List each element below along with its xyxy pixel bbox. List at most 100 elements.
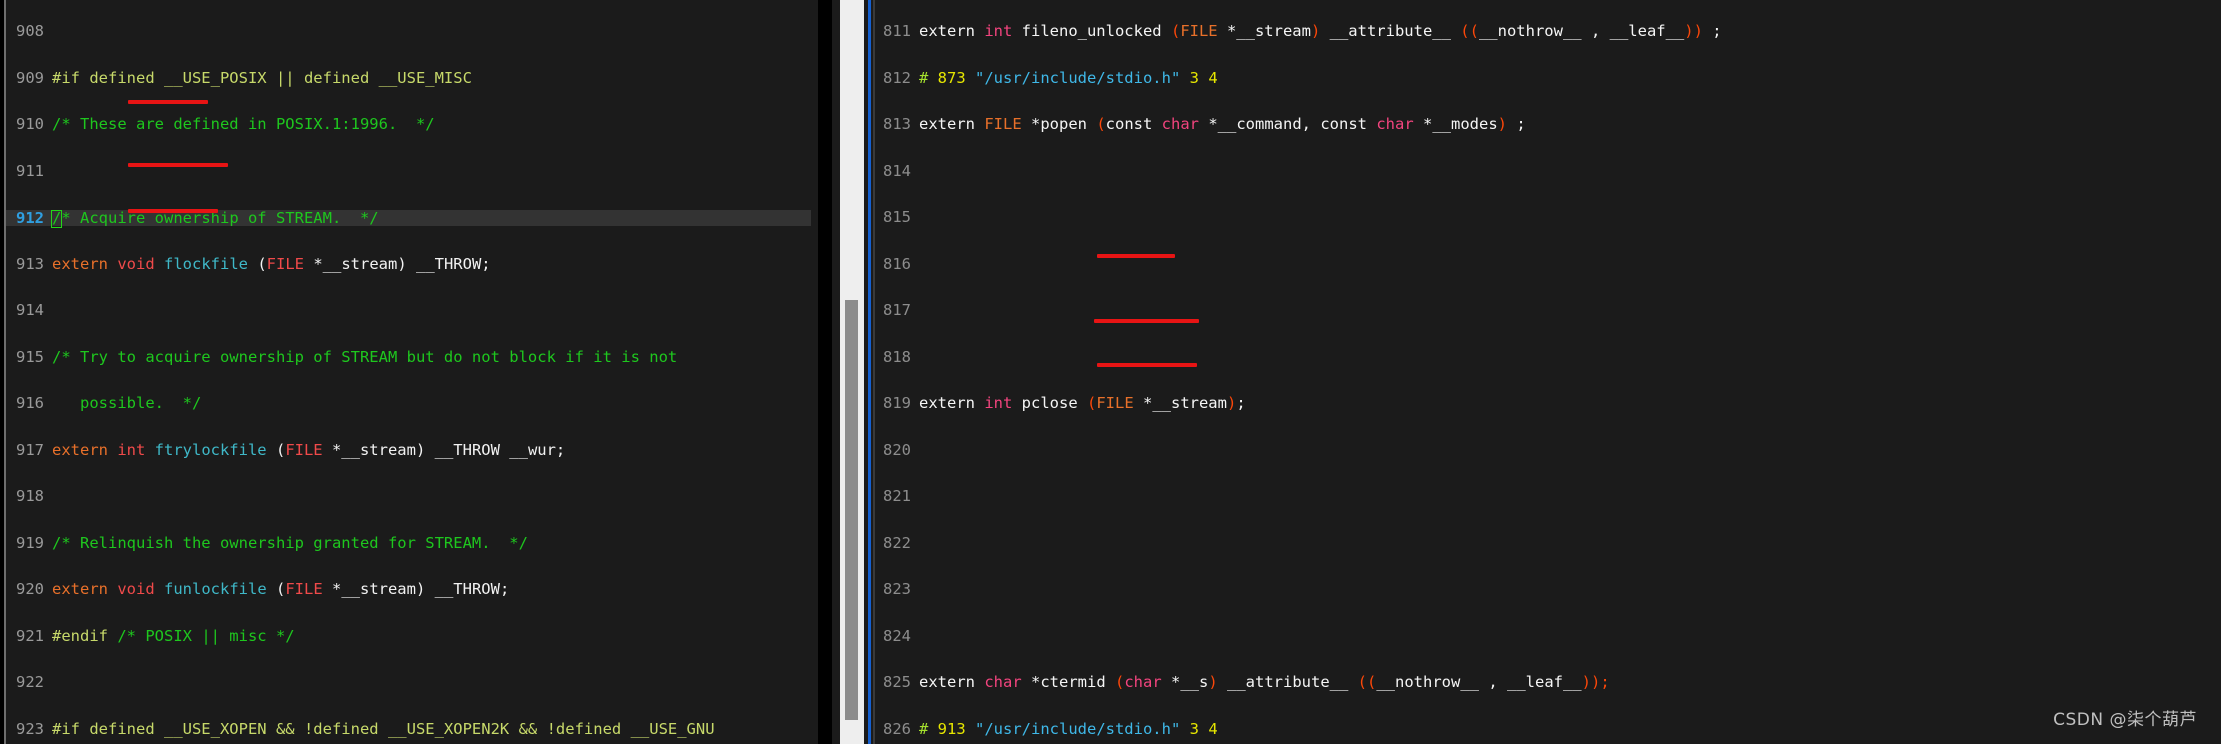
csdn-watermark: CSDN @柒个葫芦 <box>2053 710 2197 730</box>
code-line[interactable]: 923 #if defined __USE_XOPEN && !defined _… <box>6 719 811 738</box>
line-text <box>44 301 52 319</box>
code-line[interactable]: 917 extern int ftrylockfile (FILE *__stre… <box>6 440 811 459</box>
code-line[interactable]: 911 <box>6 161 811 180</box>
line-text: extern void flockfile (FILE *__stream) _… <box>52 254 491 273</box>
line-number: 923 <box>16 719 44 738</box>
line-number: 920 <box>16 580 44 598</box>
line-text <box>911 208 919 226</box>
line-text: /* Try to acquire ownership of STREAM bu… <box>52 347 678 366</box>
line-text: extern void funlockfile (FILE *__stream)… <box>52 580 510 598</box>
line-text: possible. */ <box>52 394 202 412</box>
line-number: 908 <box>16 22 44 40</box>
line-text: # 873 "/usr/include/stdio.h" 3 4 <box>919 68 1218 87</box>
code-line[interactable]: 814 <box>875 162 2221 180</box>
line-number: 820 <box>883 440 911 459</box>
line-number: 822 <box>883 533 911 552</box>
code-line[interactable]: 813 extern FILE *popen (const char *__com… <box>875 115 2221 133</box>
code-line[interactable]: 823 <box>875 580 2221 598</box>
line-text <box>911 441 919 459</box>
code-line[interactable]: 822 <box>875 533 2221 552</box>
left-code-lines[interactable]: 908 909 #if defined __USE_POSIX || define… <box>6 0 811 744</box>
line-number: 823 <box>883 580 911 598</box>
line-text: #if defined __USE_XOPEN && !defined __US… <box>52 719 715 738</box>
line-text <box>44 162 52 180</box>
line-number: 917 <box>16 440 44 459</box>
line-number: 914 <box>16 301 44 319</box>
code-line[interactable]: 920 extern void funlockfile (FILE *__stre… <box>6 580 811 598</box>
line-number: 922 <box>16 673 44 691</box>
code-line[interactable]: 816 <box>875 254 2221 273</box>
line-text <box>911 348 919 366</box>
code-line[interactable]: 916 possible. */ <box>6 394 811 412</box>
line-number: 913 <box>16 254 44 273</box>
line-number: 817 <box>883 301 911 319</box>
line-number: 825 <box>883 673 911 691</box>
underline-funlockfile <box>128 209 218 213</box>
line-number: 909 <box>16 68 44 87</box>
code-line[interactable]: 811 extern int fileno_unlocked (FILE *__s… <box>875 22 2221 40</box>
left-editor-pane[interactable]: 908 909 #if defined __USE_POSIX || define… <box>0 0 818 744</box>
line-text <box>911 627 919 645</box>
code-line[interactable]: 820 <box>875 440 2221 459</box>
line-text <box>44 673 52 691</box>
line-text <box>911 534 919 552</box>
line-number: 813 <box>883 115 911 133</box>
code-line[interactable]: 812 # 873 "/usr/include/stdio.h" 3 4 <box>875 68 2221 87</box>
line-text: extern FILE *popen (const char *__comman… <box>919 115 1526 133</box>
underline-funlockfile <box>1097 363 1197 367</box>
line-text: /* These are defined in POSIX.1:1996. */ <box>52 115 435 133</box>
line-number: 919 <box>16 533 44 552</box>
right-editor-pane[interactable]: 811 extern int fileno_unlocked (FILE *__s… <box>832 0 2221 744</box>
code-line[interactable]: 915 /* Try to acquire ownership of STREAM… <box>6 347 811 366</box>
line-text <box>911 255 919 273</box>
code-line[interactable]: 909 #if defined __USE_POSIX || defined __… <box>6 68 811 87</box>
line-text <box>911 162 919 180</box>
line-text <box>911 487 919 505</box>
code-line-active[interactable]: 912/* Acquire ownership of STREAM. */ <box>6 209 811 228</box>
code-line[interactable]: 913 extern void flockfile (FILE *__stream… <box>6 254 811 273</box>
underline-flockfile <box>128 100 208 104</box>
line-number: 819 <box>883 394 911 412</box>
line-text <box>44 22 52 40</box>
code-line[interactable]: 922 <box>6 673 811 691</box>
line-number: 811 <box>883 22 911 40</box>
code-line[interactable]: 815 <box>875 208 2221 226</box>
line-text: # 913 "/usr/include/stdio.h" 3 4 <box>919 719 1218 738</box>
code-line[interactable]: 914 <box>6 301 811 319</box>
code-line[interactable]: 921 #endif /* POSIX || misc */ <box>6 626 811 645</box>
line-number: 911 <box>16 161 44 180</box>
line-number: 921 <box>16 626 44 645</box>
vertical-scrollbar-thumb[interactable] <box>845 300 858 720</box>
code-line[interactable]: 819 extern int pclose (FILE *__stream); <box>875 394 2221 412</box>
underline-flockfile <box>1097 254 1175 258</box>
code-line[interactable]: 826 # 913 "/usr/include/stdio.h" 3 4 <box>875 719 2221 738</box>
code-line[interactable]: 824 <box>875 626 2221 645</box>
line-number: 821 <box>883 487 911 505</box>
line-text: extern char *ctermid (char *__s) __attri… <box>919 673 1610 691</box>
line-text: /* Relinquish the ownership granted for … <box>52 533 528 552</box>
line-number: 912 <box>16 209 44 227</box>
code-line[interactable]: 908 <box>6 22 811 40</box>
line-number: 818 <box>883 347 911 366</box>
right-code-lines[interactable]: 811 extern int fileno_unlocked (FILE *__s… <box>875 0 2221 744</box>
code-line[interactable]: 817 <box>875 301 2221 319</box>
line-number: 916 <box>16 394 44 412</box>
line-number: 824 <box>883 626 911 645</box>
code-line[interactable]: 919 /* Relinquish the ownership granted f… <box>6 533 811 552</box>
line-text: extern int pclose (FILE *__stream); <box>919 394 1246 412</box>
line-text <box>911 580 919 598</box>
code-line[interactable]: 821 <box>875 487 2221 505</box>
text-cursor: / <box>51 209 63 228</box>
code-line[interactable]: 910 /* These are defined in POSIX.1:1996.… <box>6 115 811 133</box>
line-text: #if defined __USE_POSIX || defined __USE… <box>52 68 472 87</box>
line-text: #endif /* POSIX || misc */ <box>52 626 295 645</box>
line-number: 826 <box>883 719 911 738</box>
line-number: 816 <box>883 254 911 273</box>
line-text: extern int fileno_unlocked (FILE *__stre… <box>919 22 1722 40</box>
code-line[interactable]: 918 <box>6 488 811 505</box>
pane-divider <box>818 0 832 744</box>
line-text <box>911 301 919 319</box>
code-line[interactable]: 825 extern char *ctermid (char *__s) __at… <box>875 673 2221 691</box>
code-line[interactable]: 818 <box>875 347 2221 366</box>
line-text: extern int ftrylockfile (FILE *__stream)… <box>52 440 566 459</box>
